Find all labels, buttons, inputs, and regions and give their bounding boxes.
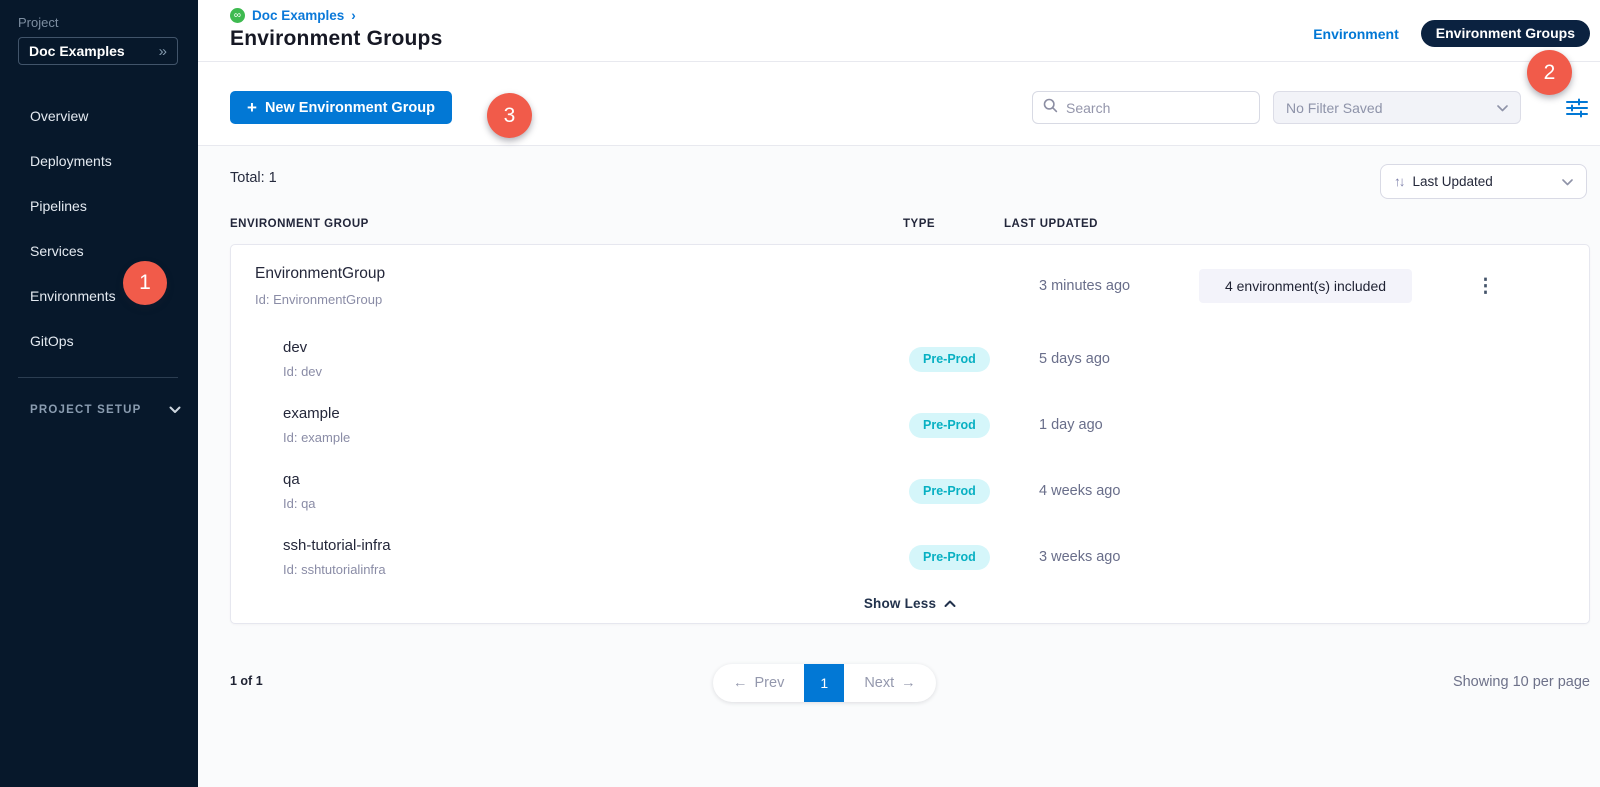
env-type-cell: Pre-Prod bbox=[909, 479, 1039, 504]
show-less-toggle[interactable]: Show Less bbox=[255, 590, 1565, 623]
annotation-badge-1: 1 bbox=[123, 261, 167, 305]
group-id: Id: EnvironmentGroup bbox=[255, 292, 909, 307]
sidebar-divider bbox=[18, 377, 178, 378]
group-last-updated: 3 minutes ago bbox=[1039, 278, 1199, 294]
preprod-badge: Pre-Prod bbox=[909, 413, 990, 438]
content-area: Total: 1 ↑↓ Last Updated ENVIRONMENT GRO… bbox=[198, 146, 1600, 787]
search-input[interactable] bbox=[1066, 100, 1249, 116]
environment-group-card: EnvironmentGroup Id: EnvironmentGroup 3 … bbox=[230, 244, 1590, 624]
sidebar-nav: Overview Deployments Pipelines Services … bbox=[0, 93, 198, 363]
search-icon bbox=[1043, 98, 1058, 118]
sidebar-item-deployments[interactable]: Deployments bbox=[0, 138, 198, 183]
env-name-cell: example Id: example bbox=[255, 405, 909, 445]
prev-page-button[interactable]: ← Prev bbox=[713, 664, 804, 702]
project-label: Project bbox=[18, 15, 198, 30]
preprod-badge: Pre-Prod bbox=[909, 545, 990, 570]
sidebar: Project Doc Examples » Overview Deployme… bbox=[0, 0, 198, 787]
sidebar-item-gitops[interactable]: GitOps bbox=[0, 318, 198, 363]
chevron-up-icon bbox=[944, 596, 956, 611]
toolbar-right: No Filter Saved bbox=[1032, 91, 1590, 124]
plus-icon: + bbox=[247, 99, 257, 116]
search-box bbox=[1032, 91, 1260, 124]
env-name-cell: qa Id: qa bbox=[255, 471, 909, 511]
tab-environment[interactable]: Environment bbox=[1313, 26, 1399, 42]
page-header: ∞ Doc Examples › Environment Groups Envi… bbox=[198, 0, 1600, 62]
environment-row-example[interactable]: example Id: example Pre-Prod 1 day ago bbox=[255, 392, 1565, 458]
show-less-label: Show Less bbox=[864, 596, 936, 611]
page-info: 1 of 1 bbox=[230, 674, 263, 688]
env-type-cell: Pre-Prod bbox=[909, 347, 1039, 372]
environment-row-ssh-tutorial-infra[interactable]: ssh-tutorial-infra Id: sshtutorialinfra … bbox=[255, 524, 1565, 590]
sidebar-item-overview[interactable]: Overview bbox=[0, 93, 198, 138]
environment-row-dev[interactable]: dev Id: dev Pre-Prod 5 days ago bbox=[255, 326, 1565, 392]
sidebar-item-environments[interactable]: Environments bbox=[0, 273, 198, 318]
column-type: TYPE bbox=[903, 218, 1004, 230]
project-setup-toggle[interactable]: PROJECT SETUP bbox=[30, 404, 198, 416]
breadcrumb-separator-icon: › bbox=[351, 8, 356, 23]
preprod-badge: Pre-Prod bbox=[909, 347, 990, 372]
saved-filter-value: No Filter Saved bbox=[1286, 100, 1382, 116]
next-page-button[interactable]: Next → bbox=[844, 664, 935, 702]
new-environment-group-button[interactable]: + New Environment Group bbox=[230, 91, 452, 124]
filter-sliders-icon[interactable] bbox=[1566, 98, 1588, 118]
sidebar-item-services[interactable]: Services bbox=[0, 228, 198, 273]
project-selector[interactable]: Doc Examples » bbox=[18, 37, 178, 65]
sidebar-item-pipelines[interactable]: Pipelines bbox=[0, 183, 198, 228]
pagination: 1 of 1 ← Prev 1 Next → Showing 10 per pa… bbox=[230, 664, 1590, 702]
pager-pill: ← Prev 1 Next → bbox=[713, 664, 936, 702]
current-page-button[interactable]: 1 bbox=[804, 664, 844, 702]
sort-arrows-icon: ↑↓ bbox=[1394, 174, 1404, 189]
saved-filter-select[interactable]: No Filter Saved bbox=[1273, 91, 1521, 124]
column-environment-group: ENVIRONMENT GROUP bbox=[230, 218, 903, 230]
main-area: ∞ Doc Examples › Environment Groups Envi… bbox=[198, 0, 1600, 787]
tab-environment-groups[interactable]: Environment Groups bbox=[1421, 20, 1590, 47]
breadcrumb-project-link[interactable]: Doc Examples bbox=[252, 8, 344, 23]
environment-group-row[interactable]: EnvironmentGroup Id: EnvironmentGroup 3 … bbox=[255, 245, 1565, 326]
project-setup-label: PROJECT SETUP bbox=[30, 404, 141, 416]
group-name-cell: EnvironmentGroup Id: EnvironmentGroup bbox=[255, 265, 909, 307]
per-page-info: Showing 10 per page bbox=[1453, 674, 1590, 690]
env-name-cell: dev Id: dev bbox=[255, 339, 909, 379]
table-header: ENVIRONMENT GROUP TYPE LAST UPDATED bbox=[230, 218, 1590, 230]
sort-dropdown[interactable]: ↑↓ Last Updated bbox=[1380, 164, 1587, 199]
sort-value: Last Updated bbox=[1413, 174, 1563, 189]
env-type-cell: Pre-Prod bbox=[909, 413, 1039, 438]
project-name: Doc Examples bbox=[29, 43, 125, 59]
double-chevron-icon: » bbox=[159, 44, 167, 59]
chevron-down-icon bbox=[169, 406, 181, 414]
env-type-cell: Pre-Prod bbox=[909, 545, 1039, 570]
column-last-updated: LAST UPDATED bbox=[1004, 218, 1590, 230]
environments-included-badge: 4 environment(s) included bbox=[1199, 269, 1412, 303]
env-name-cell: ssh-tutorial-infra Id: sshtutorialinfra bbox=[255, 537, 909, 577]
page: Project Doc Examples » Overview Deployme… bbox=[0, 0, 1600, 787]
kebab-menu-icon[interactable]: ⋮ bbox=[1470, 273, 1501, 300]
annotation-badge-3: 3 bbox=[487, 93, 532, 138]
environment-green-icon: ∞ bbox=[230, 8, 245, 23]
chevron-down-icon bbox=[1497, 99, 1508, 117]
header-tabs: Environment Environment Groups bbox=[1313, 20, 1590, 47]
right-arrow-icon: → bbox=[901, 675, 916, 691]
annotation-badge-2: 2 bbox=[1527, 50, 1572, 95]
toolbar: + New Environment Group No Filter Saved bbox=[198, 62, 1600, 146]
new-environment-group-label: New Environment Group bbox=[265, 100, 435, 116]
chevron-down-icon bbox=[1562, 173, 1573, 191]
group-name: EnvironmentGroup bbox=[255, 265, 909, 283]
environment-row-qa[interactable]: qa Id: qa Pre-Prod 4 weeks ago bbox=[255, 458, 1565, 524]
preprod-badge: Pre-Prod bbox=[909, 479, 990, 504]
left-arrow-icon: ← bbox=[733, 675, 748, 691]
